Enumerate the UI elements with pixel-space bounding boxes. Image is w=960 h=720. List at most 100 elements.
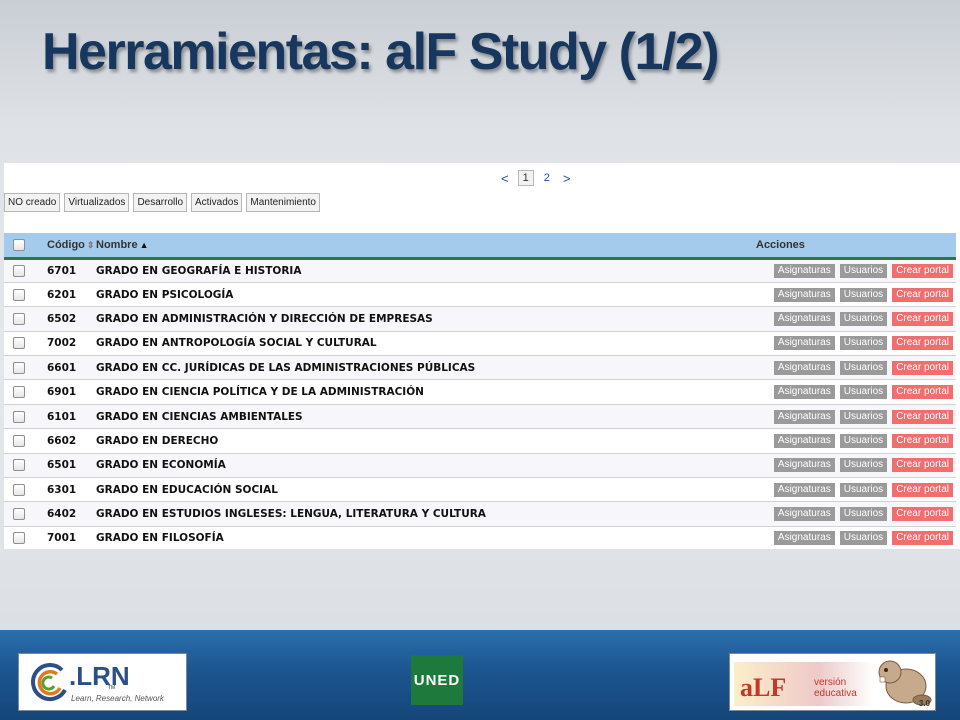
users-button[interactable]: Usuarios — [839, 360, 888, 375]
row-checkbox[interactable] — [13, 532, 25, 545]
row-code: 7001 — [47, 532, 77, 545]
uned-logo: UNED — [411, 655, 463, 705]
row-checkbox[interactable] — [13, 312, 25, 325]
create-portal-button[interactable]: Crear portal — [892, 482, 953, 497]
row-checkbox[interactable] — [13, 508, 25, 521]
filter-mantenimiento[interactable]: Mantenimiento — [246, 193, 320, 212]
row-checkbox[interactable] — [13, 410, 25, 423]
users-button[interactable]: Usuarios — [839, 458, 888, 473]
subjects-button[interactable]: Asignaturas — [773, 287, 835, 302]
table-row: 6601 GRADO EN CC. JURÍDICAS DE LAS ADMINI… — [4, 355, 956, 380]
pagination: < 1 2 > — [498, 170, 573, 186]
row-name: GRADO EN ADMINISTRACIÓN Y DIRECCIÓN DE E… — [96, 312, 433, 325]
row-code: 6502 — [47, 312, 77, 325]
subjects-button[interactable]: Asignaturas — [773, 531, 835, 546]
row-code: 6501 — [47, 459, 77, 472]
users-button[interactable]: Usuarios — [839, 409, 888, 424]
subjects-button[interactable]: Asignaturas — [773, 311, 835, 326]
column-header-actions: Acciones — [756, 233, 956, 260]
subjects-button[interactable]: Asignaturas — [773, 360, 835, 375]
users-button[interactable]: Usuarios — [839, 531, 888, 546]
table-row: 6701 GRADO EN GEOGRAFÍA E HISTORIA Asignat… — [4, 258, 956, 283]
subjects-button[interactable]: Asignaturas — [773, 409, 835, 424]
create-portal-button[interactable]: Crear portal — [892, 507, 953, 522]
pager-prev[interactable]: < — [498, 171, 512, 186]
row-checkbox[interactable] — [13, 361, 25, 374]
create-portal-button[interactable]: Crear portal — [892, 263, 953, 278]
row-name: GRADO EN CIENCIAS AMBIENTALES — [96, 410, 303, 423]
table-row: 7002 GRADO EN ANTROPOLOGÍA SOCIAL Y CULTU… — [4, 331, 956, 356]
users-button[interactable]: Usuarios — [839, 433, 888, 448]
filter-desarrollo[interactable]: Desarrollo — [133, 193, 188, 212]
create-portal-button[interactable]: Crear portal — [892, 336, 953, 351]
users-button[interactable]: Usuarios — [839, 311, 888, 326]
row-checkbox[interactable] — [13, 483, 25, 496]
pager-next[interactable]: > — [560, 171, 574, 186]
row-checkbox[interactable] — [13, 264, 25, 277]
create-portal-button[interactable]: Crear portal — [892, 311, 953, 326]
filter-activados[interactable]: Activados — [191, 193, 243, 212]
row-code: 6601 — [47, 361, 77, 374]
row-name: GRADO EN ANTROPOLOGÍA SOCIAL Y CULTURAL — [96, 337, 377, 350]
row-name: GRADO EN FILOSOFÍA — [96, 532, 224, 545]
subjects-button[interactable]: Asignaturas — [773, 507, 835, 522]
row-code: 6901 — [47, 386, 77, 399]
users-button[interactable]: Usuarios — [839, 287, 888, 302]
row-code: 6602 — [47, 434, 77, 447]
row-code: 6101 — [47, 410, 77, 423]
row-code: 6402 — [47, 508, 77, 521]
sort-ascending-icon[interactable]: ▲ — [140, 240, 149, 250]
filter-no-creado[interactable]: NO creado — [4, 193, 61, 212]
table-row: 6402 GRADO EN ESTUDIOS INGLESES: LENGUA, … — [4, 501, 956, 527]
row-checkbox[interactable] — [13, 288, 25, 301]
pager-page-2[interactable]: 2 — [540, 171, 554, 185]
subjects-button[interactable]: Asignaturas — [773, 458, 835, 473]
select-all-checkbox[interactable] — [13, 238, 25, 251]
row-name: GRADO EN EDUCACIÓN SOCIAL — [96, 483, 278, 496]
create-portal-button[interactable]: Crear portal — [892, 360, 953, 375]
table-row: 6101 GRADO EN CIENCIAS AMBIENTALES Asignat… — [4, 404, 956, 429]
table-row: 6901 GRADO EN CIENCIA POLÍTICA Y DE LA AD… — [4, 379, 956, 405]
column-header-name[interactable]: Nombre ▲ — [96, 233, 756, 260]
row-checkbox[interactable] — [13, 459, 25, 472]
create-portal-button[interactable]: Crear portal — [892, 531, 953, 546]
alf-version: 3.0 — [918, 699, 930, 708]
users-button[interactable]: Usuarios — [839, 385, 888, 400]
row-code: 7002 — [47, 337, 77, 350]
pager-page-1[interactable]: 1 — [517, 170, 534, 186]
row-checkbox[interactable] — [13, 434, 25, 447]
table-row: 6602 GRADO EN DERECHO Asignaturas Usuarios C… — [4, 428, 956, 454]
alf-wordmark: aLF — [740, 673, 787, 702]
create-portal-button[interactable]: Crear portal — [892, 458, 953, 473]
table-row: 6501 GRADO EN ECONOMÍA Asignaturas Usuarios… — [4, 453, 956, 478]
create-portal-button[interactable]: Crear portal — [892, 385, 953, 400]
table-body: 6701 GRADO EN GEOGRAFÍA E HISTORIA Asignat… — [4, 258, 956, 549]
table-row: 6502 GRADO EN ADMINISTRACIÓN Y DIRECCIÓN … — [4, 306, 956, 332]
users-button[interactable]: Usuarios — [839, 507, 888, 522]
row-checkbox[interactable] — [13, 386, 25, 399]
create-portal-button[interactable]: Crear portal — [892, 409, 953, 424]
subjects-button[interactable]: Asignaturas — [773, 482, 835, 497]
row-name: GRADO EN GEOGRAFÍA E HISTORIA — [96, 264, 302, 277]
filter-virtualizados[interactable]: Virtualizados — [64, 193, 130, 212]
subjects-button[interactable]: Asignaturas — [773, 385, 835, 400]
degrees-table: Código ⇕ Nombre ▲ Acciones 6701 GRADO EN GE… — [4, 233, 956, 549]
row-name: GRADO EN PSICOLOGÍA — [96, 288, 234, 301]
sort-both-icon[interactable]: ⇕ — [87, 240, 95, 250]
row-checkbox[interactable] — [13, 337, 25, 350]
users-button[interactable]: Usuarios — [839, 336, 888, 351]
subjects-button[interactable]: Asignaturas — [773, 263, 835, 278]
create-portal-button[interactable]: Crear portal — [892, 433, 953, 448]
filter-bar: NO creado Virtualizados Desarrollo Activ… — [4, 193, 320, 212]
users-button[interactable]: Usuarios — [839, 263, 888, 278]
subjects-button[interactable]: Asignaturas — [773, 336, 835, 351]
dotlrn-logo: .LRN TM Learn, Research, Network — [18, 653, 187, 711]
column-header-code[interactable]: Código ⇕ — [30, 233, 96, 260]
table-header-row: Código ⇕ Nombre ▲ Acciones — [4, 233, 956, 260]
table-row: 7001 GRADO EN FILOSOFÍA Asignaturas Usuario… — [4, 526, 956, 549]
alf-subtitle: versión educativa — [814, 677, 857, 699]
subjects-button[interactable]: Asignaturas — [773, 433, 835, 448]
table-row: 6201 GRADO EN PSICOLOGÍA Asignaturas Usuari… — [4, 282, 956, 307]
create-portal-button[interactable]: Crear portal — [892, 287, 953, 302]
users-button[interactable]: Usuarios — [839, 482, 888, 497]
